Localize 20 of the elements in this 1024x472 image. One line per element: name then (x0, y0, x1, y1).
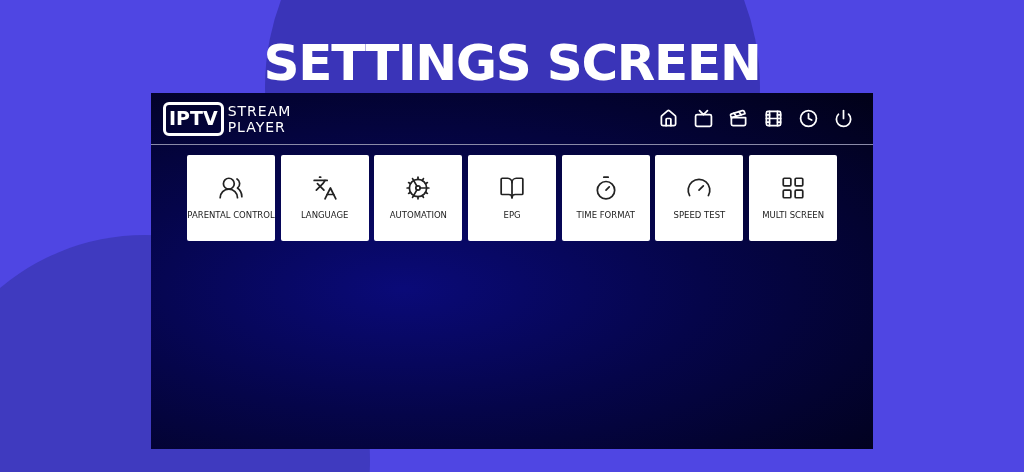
settings-tile[interactable]: TIME FORMAT (561, 155, 650, 241)
tv-icon[interactable] (694, 109, 713, 128)
page-heading: SETTINGS SCREEN (263, 36, 761, 90)
logo-text: PLAYER (227, 118, 287, 135)
settings-tile[interactable]: LANGUAGE (280, 155, 369, 241)
video-icon[interactable] (729, 109, 748, 128)
users-icon (218, 174, 244, 201)
settings-tile[interactable]: MULTI SCREEN (749, 155, 838, 241)
logo-text: STREAM (227, 102, 292, 119)
home-icon[interactable] (659, 109, 678, 128)
clock-icon[interactable] (799, 109, 818, 128)
settings-tile[interactable]: PARENTAL CONTROL (187, 155, 275, 241)
grid-icon (780, 174, 807, 201)
tv-logo-badge: IPTV (163, 101, 224, 136)
power-icon[interactable] (834, 109, 853, 128)
settings-tile[interactable]: EPG (468, 155, 557, 241)
settings-tile[interactable]: SPEED TEST (655, 155, 744, 241)
settings-tile[interactable]: AUTOMATION (374, 155, 463, 241)
translate-icon (311, 174, 338, 201)
book-icon (499, 174, 526, 201)
